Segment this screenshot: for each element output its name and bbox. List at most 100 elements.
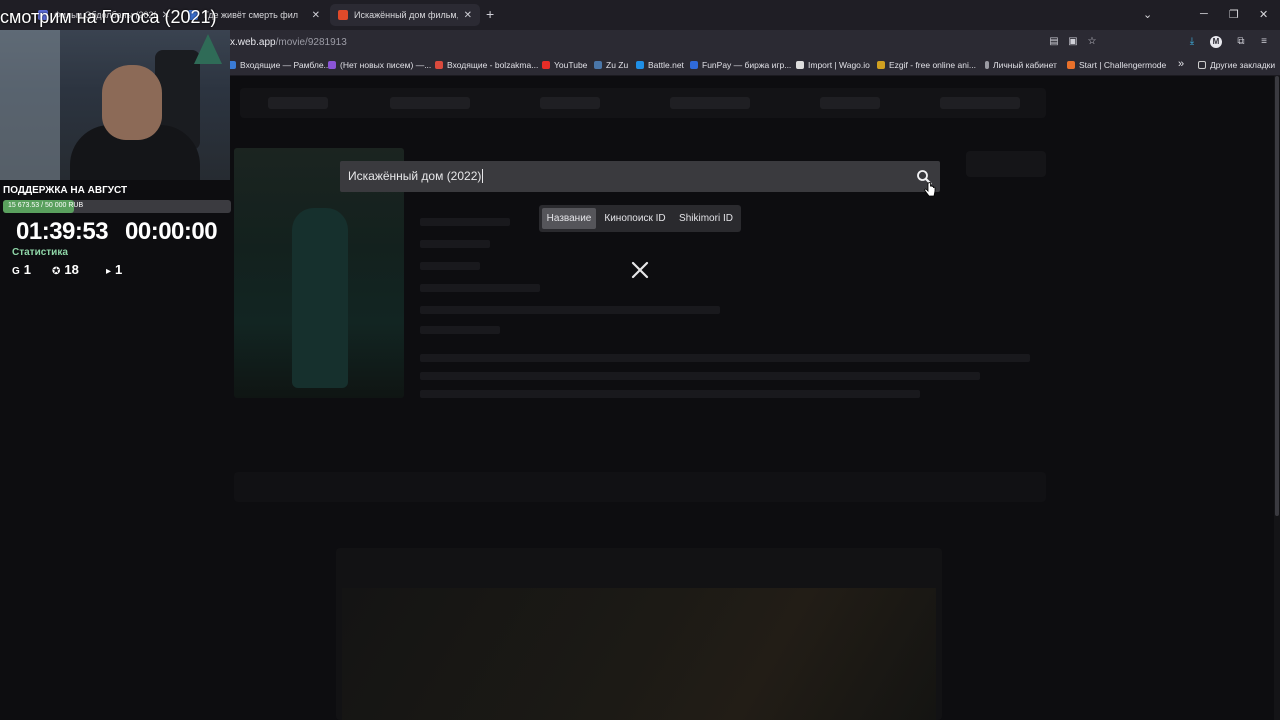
tab-close-icon[interactable]: ✕ — [464, 10, 472, 21]
info-line — [420, 262, 480, 270]
minimize-icon[interactable]: ─ — [1200, 8, 1208, 20]
bookmark-item[interactable]: Входящие - bolzakma... — [435, 60, 538, 70]
tab-3-active[interactable]: Искажённый дом фильм, 2022 ✕ — [330, 4, 480, 26]
download-icon[interactable]: ⤓ — [1186, 36, 1198, 48]
search-mode-kinopoisk-button[interactable]: Кинопоиск ID — [599, 208, 671, 229]
bookmark-favicon-icon — [594, 61, 602, 69]
info-line — [420, 284, 540, 292]
bookmark-label: Другие закладки — [1210, 60, 1276, 70]
bookmark-item[interactable]: Личный кабинет — [985, 60, 1057, 70]
menu-icon[interactable]: ≡ — [1258, 36, 1270, 48]
bookmark-item[interactable]: Import | Wago.io — [796, 60, 870, 70]
search-mode-title-button[interactable]: Название — [542, 208, 596, 229]
bookmark-item[interactable]: Входящие — Рамбле... — [228, 60, 331, 70]
info-line — [420, 326, 500, 334]
search-input[interactable]: Искажённый дом (2022) — [348, 169, 908, 183]
bookmark-label: FunPay — биржа игр... — [702, 60, 792, 70]
countdown-timer: 00:00:00 — [125, 218, 218, 245]
tab-label: Где живёт смерть фил — [204, 10, 298, 20]
search-query: Искажённый дом (2022) — [348, 169, 482, 183]
bookmark-favicon-icon — [435, 61, 443, 69]
stat-value: 1 — [23, 262, 32, 277]
video-player — [336, 548, 942, 720]
stat-play-icon: ▸ — [106, 266, 112, 277]
bookmark-item[interactable]: Battle.net — [636, 60, 684, 70]
bookmark-item[interactable]: YouTube — [542, 60, 587, 70]
bookmark-favicon-icon — [796, 61, 804, 69]
tab-favicon — [338, 10, 348, 20]
text-caret — [482, 169, 484, 183]
elapsed-timer: 01:39:53 — [16, 218, 109, 245]
bookmark-item[interactable]: Ezgif - free online ani... — [877, 60, 976, 70]
tree-logo-icon — [194, 34, 222, 64]
reader-mode-icon[interactable]: ▤ — [1048, 36, 1060, 48]
bookmark-label: Import | Wago.io — [808, 60, 870, 70]
bookmark-label: Ezgif - free online ani... — [889, 60, 976, 70]
info-line — [420, 306, 720, 314]
url-host: x.web.app — [230, 37, 276, 48]
new-tab-button[interactable]: + — [486, 6, 494, 22]
stats-label: Статистика — [12, 247, 68, 258]
search-mode-shikimori-button[interactable]: Shikimori ID — [675, 208, 737, 229]
description-line — [420, 390, 920, 398]
other-bookmarks-folder[interactable]: Другие закладки — [1198, 60, 1275, 70]
tab-close-icon[interactable]: ✕ — [312, 10, 320, 21]
bookmark-favicon-icon — [690, 61, 698, 69]
bookmark-favicon-icon — [985, 61, 989, 69]
restore-icon[interactable]: ❐ — [1229, 8, 1239, 21]
stat-star-icon: ✪ — [52, 266, 61, 277]
site-nav-item — [540, 97, 600, 109]
bookmark-favicon-icon — [636, 61, 644, 69]
bookmark-favicon-icon — [542, 61, 550, 69]
screen: Фильм Обдолбаны (2020) ✕ Где живёт смерт… — [0, 0, 1280, 720]
donation-progress-text: 15 673.53 / 50 000 RUB — [8, 202, 84, 209]
site-nav-item — [390, 97, 470, 109]
site-nav-item — [820, 97, 880, 109]
description-line — [420, 354, 1030, 362]
account-avatar-icon[interactable]: M — [1210, 36, 1222, 48]
more-bookmarks-chevron-icon[interactable]: » — [1178, 58, 1184, 70]
stat-value: 18 — [64, 262, 79, 277]
site-nav-item — [670, 97, 750, 109]
site-nav-item — [940, 97, 1020, 109]
bookmark-label: Battle.net — [648, 60, 684, 70]
bookmark-star-icon[interactable]: ☆ — [1086, 36, 1098, 48]
bookmark-item[interactable]: Start | Challengermode — [1067, 60, 1166, 70]
close-icon[interactable] — [630, 260, 650, 280]
donation-progress-bar: 15 673.53 / 50 000 RUB — [3, 200, 231, 213]
bookmark-label: Входящие — Рамбле... — [240, 60, 331, 70]
bookmark-favicon-icon — [1067, 61, 1075, 69]
bookmark-label: Личный кабинет — [993, 60, 1057, 70]
screenshot-icon[interactable]: ▣ — [1067, 36, 1079, 48]
bookmark-item[interactable]: FunPay — биржа игр... — [690, 60, 791, 70]
site-nav-item — [268, 97, 328, 109]
webcam-feed — [0, 30, 230, 180]
description-line — [420, 372, 980, 380]
tab-label: Искажённый дом фильм, 2022 — [354, 10, 458, 20]
search-bar[interactable]: Искажённый дом (2022) — [340, 161, 940, 192]
url-path: /movie/9281913 — [275, 37, 347, 48]
search-mode-selector: Название Кинопоиск ID Shikimori ID — [539, 205, 741, 232]
address-bar[interactable]: x.web.app/movie/9281913 — [230, 37, 347, 48]
extensions-icon[interactable]: ⧉ — [1235, 36, 1247, 48]
stat-value: 1 — [115, 262, 123, 277]
page-scrollbar[interactable] — [1274, 76, 1280, 720]
bookmark-favicon-icon — [328, 61, 336, 69]
info-line — [420, 240, 490, 248]
bookmark-item[interactable]: (Нет новых писем) —... — [328, 60, 431, 70]
tab-list-chevron-icon[interactable]: ⌄ — [1143, 8, 1152, 21]
info-line — [420, 218, 510, 226]
bookmark-label: YouTube — [554, 60, 588, 70]
movie-tabs — [234, 472, 1046, 502]
stat-g-icon: G — [12, 266, 20, 277]
stream-title: смотрим на Голоса (2021) — [0, 7, 217, 27]
folder-icon — [1198, 61, 1206, 69]
site-navigation — [240, 88, 1046, 118]
hand-cursor-icon — [924, 182, 936, 197]
bookmark-item[interactable]: Zu Zu — [594, 60, 628, 70]
bookmark-label: Zu Zu — [606, 60, 629, 70]
stat-item: G1 — [12, 262, 31, 277]
rating-button — [966, 151, 1046, 177]
window-close-icon[interactable]: ✕ — [1259, 8, 1268, 21]
bookmark-label: (Нет новых писем) —... — [340, 60, 432, 70]
